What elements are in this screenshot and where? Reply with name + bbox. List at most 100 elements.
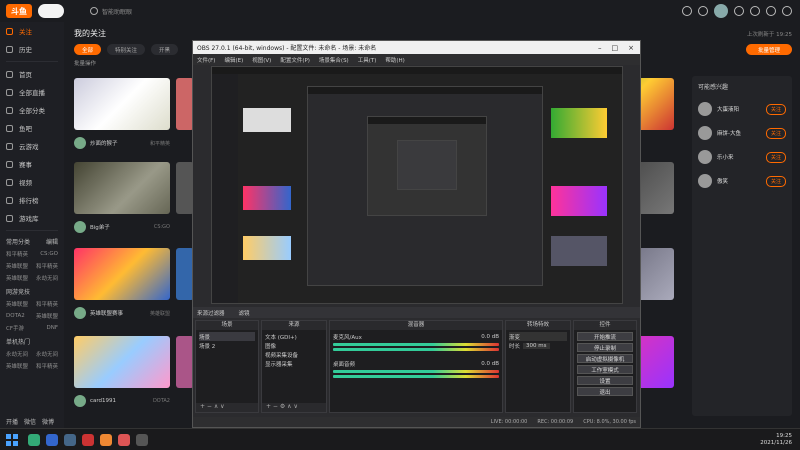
menu-help[interactable]: 帮助(H) <box>385 56 404 64</box>
history-icon[interactable] <box>682 6 692 16</box>
menu-icon[interactable] <box>782 6 792 16</box>
category-link[interactable]: CS:GO <box>40 251 58 257</box>
sidebar-item-all-live[interactable]: 全部直播 <box>0 83 64 101</box>
category-link[interactable]: 英雄联盟 <box>6 362 28 370</box>
category-link[interactable]: 和平精英 <box>36 362 58 370</box>
douyu-icon[interactable] <box>100 433 112 446</box>
studio-mode-button[interactable]: 工作室模式 <box>577 365 633 374</box>
sidebar-item-video[interactable]: 视频 <box>0 173 64 191</box>
follow-button[interactable]: 关注 <box>765 127 786 139</box>
browser-icon[interactable] <box>46 433 58 446</box>
duration-input[interactable]: 300 ms <box>523 342 550 349</box>
settings-button[interactable]: 设置 <box>577 376 633 385</box>
sidebar-item-game-lib[interactable]: 游戏库 <box>0 209 64 227</box>
wechat-icon[interactable] <box>28 433 40 446</box>
scene-item[interactable]: 场景 <box>199 332 255 341</box>
source-item[interactable]: 显示器采集 <box>265 359 323 368</box>
sidebar-item-follow[interactable]: 关注 <box>0 22 64 40</box>
streamer-name[interactable]: 英雄联盟赛事 <box>90 309 146 317</box>
category-link[interactable]: 英雄联盟 <box>6 274 28 282</box>
menu-scene-collection[interactable]: 场景集合(S) <box>319 56 349 64</box>
category-link[interactable]: 英雄联盟 <box>6 262 28 270</box>
stop-recording-button[interactable]: 停止录制 <box>577 343 633 352</box>
category-link[interactable]: 英雄联盟 <box>6 300 28 308</box>
avatar[interactable] <box>698 126 712 140</box>
volume-slider[interactable] <box>333 375 499 378</box>
obs-title-bar[interactable]: OBS 27.0.1 (64-bit, windows) - 配置文件: 未命名… <box>193 41 640 54</box>
app-logo[interactable]: 斗鱼 <box>6 4 32 18</box>
windows-start-icon[interactable] <box>6 433 18 446</box>
avatar[interactable] <box>698 102 712 116</box>
follow-button[interactable]: 关注 <box>765 103 786 115</box>
filter-special[interactable]: 特别关注 <box>107 44 146 55</box>
gift-icon[interactable] <box>750 6 760 16</box>
source-controls[interactable]: + − ⚙ ∧ ∨ <box>262 403 326 412</box>
obs-icon[interactable] <box>136 433 148 446</box>
filter-all[interactable]: 全部 <box>74 44 102 55</box>
stream-card[interactable] <box>74 336 170 388</box>
filter-team[interactable]: 开黑 <box>151 44 179 55</box>
message-icon[interactable] <box>766 6 776 16</box>
batch-operation-link[interactable]: 批量操作 <box>74 59 96 67</box>
broadcast-link[interactable]: 开播 <box>6 417 18 426</box>
scene-controls[interactable]: + − ∧ ∨ <box>196 403 258 412</box>
tab-source-filters[interactable]: 来源过滤器 <box>197 309 225 317</box>
netease-music-icon[interactable] <box>82 433 94 446</box>
avatar[interactable] <box>698 174 712 188</box>
category-link[interactable]: 和平精英 <box>6 250 28 258</box>
shirt-icon[interactable] <box>734 6 744 16</box>
category-link[interactable]: DOTA2 <box>6 313 25 319</box>
sidebar-item-fishbar[interactable]: 鱼吧 <box>0 119 64 137</box>
maximize-icon[interactable]: □ <box>612 44 619 52</box>
clock-icon[interactable] <box>698 6 708 16</box>
close-icon[interactable]: × <box>628 44 634 52</box>
category-link[interactable]: 英雄联盟 <box>36 312 58 320</box>
category-link[interactable]: DNF <box>46 325 58 331</box>
category-link[interactable]: 永劫无间 <box>6 350 28 358</box>
streamer-name[interactable]: Big弟子 <box>90 223 150 231</box>
recommend-name[interactable]: 麻饼-大鱼 <box>717 129 761 137</box>
source-item[interactable]: 视频采集设备 <box>265 350 323 359</box>
scene-item[interactable]: 场景 2 <box>199 341 255 350</box>
search-box[interactable]: 智能助眠眼 <box>90 4 160 18</box>
virtual-camera-button[interactable]: 启动虚拟摄像机 <box>577 354 633 363</box>
source-item[interactable]: 文本 (GDI+) <box>265 332 323 341</box>
game-icon[interactable] <box>118 433 130 446</box>
transition-select[interactable]: 渐变 <box>509 332 567 341</box>
volume-slider[interactable] <box>333 348 499 351</box>
follow-button[interactable]: 关注 <box>765 175 786 187</box>
category-link[interactable]: CF手游 <box>6 324 24 332</box>
user-avatar[interactable] <box>714 4 728 18</box>
tab-filters[interactable]: 滤镜 <box>239 309 250 317</box>
follow-button[interactable]: 关注 <box>765 151 786 163</box>
recommend-name[interactable]: 大蛋液阳 <box>717 105 761 113</box>
steam-icon[interactable] <box>64 433 76 446</box>
category-link[interactable]: 和平精英 <box>36 300 58 308</box>
stream-card[interactable] <box>74 248 170 300</box>
exit-button[interactable]: 退出 <box>577 387 633 396</box>
category-link[interactable]: 和平精英 <box>36 262 58 270</box>
recommend-name[interactable]: 乐小来 <box>717 153 761 161</box>
menu-profile[interactable]: 配置文件(P) <box>280 56 310 64</box>
menu-edit[interactable]: 编辑(E) <box>224 56 243 64</box>
sidebar-item-rank[interactable]: 排行榜 <box>0 191 64 209</box>
menu-tools[interactable]: 工具(T) <box>358 56 377 64</box>
streamer-name[interactable]: card1991 <box>90 398 149 404</box>
stream-card[interactable] <box>74 162 170 214</box>
weibo-link[interactable]: 微博 <box>42 417 54 426</box>
recommend-name[interactable]: 傲笑 <box>717 177 761 185</box>
category-link[interactable]: 永劫无间 <box>36 350 58 358</box>
sidebar-item-events[interactable]: 赛事 <box>0 155 64 173</box>
source-item[interactable]: 图像 <box>265 341 323 350</box>
batch-manage-button[interactable]: 批量管理 <box>746 44 792 55</box>
user-avatar-pill[interactable] <box>38 4 64 18</box>
menu-file[interactable]: 文件(F) <box>197 56 215 64</box>
streamer-name[interactable]: 炒面的猴子 <box>90 139 146 147</box>
sidebar-item-history[interactable]: 历史 <box>0 40 64 58</box>
sidebar-item-all-categories[interactable]: 全部分类 <box>0 101 64 119</box>
sidebar-item-cloud-game[interactable]: 云游戏 <box>0 137 64 155</box>
taskbar-clock[interactable]: 19:25 2021/11/26 <box>760 433 792 447</box>
category-link[interactable]: 永劫无间 <box>36 274 58 282</box>
menu-view[interactable]: 视图(V) <box>252 56 271 64</box>
stream-card[interactable] <box>74 78 170 130</box>
